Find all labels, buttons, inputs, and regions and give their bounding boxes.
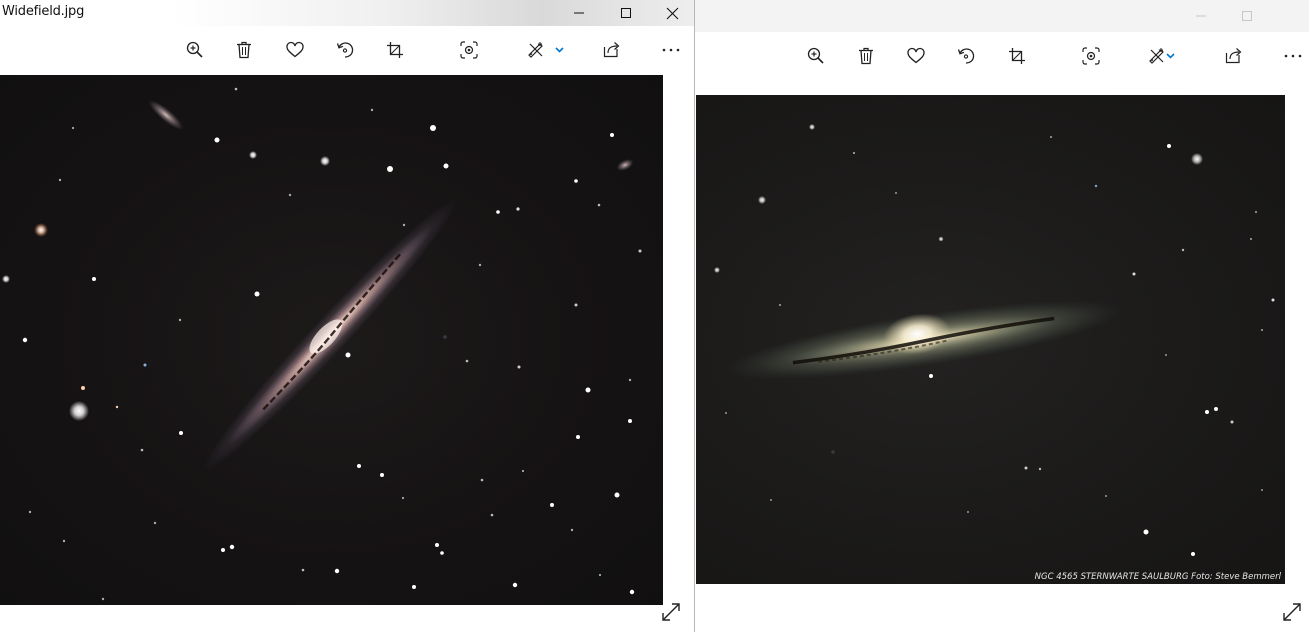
delete-button[interactable] xyxy=(222,26,266,74)
close-icon xyxy=(666,7,678,19)
favorite-button[interactable] xyxy=(273,26,317,74)
more-button[interactable] xyxy=(1271,32,1309,80)
photo-widefield xyxy=(0,75,663,605)
zoom-in-icon xyxy=(186,41,203,58)
title-bar[interactable]: Widefield.jpg xyxy=(0,0,694,26)
rotate-icon xyxy=(957,48,975,64)
close-button[interactable] xyxy=(649,0,694,26)
favorite-button[interactable] xyxy=(894,32,938,80)
expand-icon xyxy=(1283,603,1301,621)
enhance-icon xyxy=(1082,47,1100,65)
rotate-button[interactable] xyxy=(323,26,367,74)
toolbar xyxy=(695,32,1309,80)
trash-icon xyxy=(859,47,873,65)
edit-create-dropdown[interactable] xyxy=(1163,32,1177,80)
title-bar[interactable] xyxy=(695,0,1309,32)
heart-icon xyxy=(907,47,925,64)
full-screen-button[interactable] xyxy=(1282,602,1304,624)
crop-button[interactable] xyxy=(995,32,1039,80)
crop-icon xyxy=(387,42,403,58)
enhance-button[interactable] xyxy=(1069,32,1113,80)
share-icon xyxy=(603,42,620,58)
zoom-in-icon xyxy=(807,47,824,64)
minimize-button[interactable] xyxy=(556,0,602,26)
heart-icon xyxy=(286,41,304,58)
trash-icon xyxy=(237,41,251,59)
full-screen-button[interactable] xyxy=(661,602,683,624)
delete-button[interactable] xyxy=(844,32,888,80)
zoom-in-button[interactable] xyxy=(794,32,838,80)
rotate-icon xyxy=(336,42,354,58)
share-button[interactable] xyxy=(590,26,634,74)
maximize-button[interactable] xyxy=(1224,0,1270,32)
more-button[interactable] xyxy=(649,26,693,74)
edit-create-dropdown[interactable] xyxy=(552,26,566,74)
back-button[interactable] xyxy=(0,26,8,74)
photos-window-right: NGC 4565 STERNWARTE SAULBURG Foto: Steve… xyxy=(695,0,1309,632)
minimize-icon xyxy=(574,12,584,14)
crop-button[interactable] xyxy=(373,26,417,74)
minimize-icon xyxy=(1196,15,1206,17)
crop-icon xyxy=(1009,48,1025,64)
toolbar xyxy=(0,26,694,74)
chevron-down-icon xyxy=(554,47,564,53)
maximize-icon xyxy=(1242,11,1252,21)
maximize-icon xyxy=(621,8,631,18)
expand-icon xyxy=(662,603,680,621)
minimize-button[interactable] xyxy=(1178,0,1224,32)
enhance-button[interactable] xyxy=(447,26,491,74)
edit-create-icon xyxy=(528,42,543,58)
share-icon xyxy=(1225,48,1242,64)
chevron-down-icon xyxy=(1165,53,1175,59)
enhance-icon xyxy=(460,41,478,59)
zoom-in-button[interactable] xyxy=(173,26,217,74)
window-title: Widefield.jpg xyxy=(2,4,85,19)
more-icon xyxy=(1284,54,1302,58)
share-button[interactable] xyxy=(1212,32,1256,80)
galaxy-image xyxy=(714,124,1275,556)
photos-window-left: Widefield.jpg xyxy=(0,0,695,632)
galaxy-image xyxy=(2,87,642,601)
maximize-button[interactable] xyxy=(603,0,649,26)
photo-caption: NGC 4565 STERNWARTE SAULBURG Foto: Steve… xyxy=(1034,572,1281,582)
more-icon xyxy=(662,48,680,52)
rotate-button[interactable] xyxy=(944,32,988,80)
photo-ngc4565: NGC 4565 STERNWARTE SAULBURG Foto: Steve… xyxy=(696,95,1285,584)
